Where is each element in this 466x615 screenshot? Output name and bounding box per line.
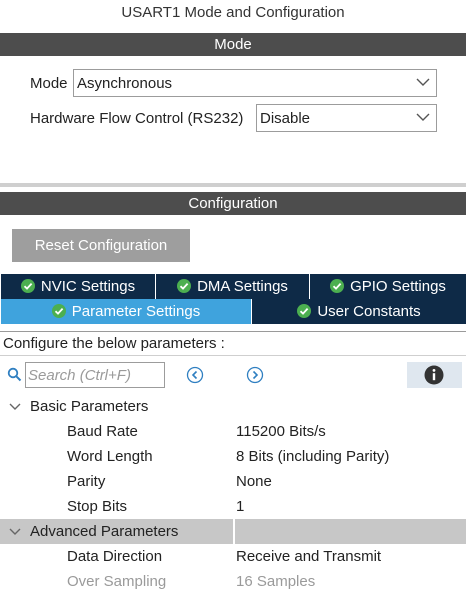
parameters-instructions: Configure the below parameters : (0, 331, 466, 356)
parameter-row-stop-bits[interactable]: Stop Bits 1 (0, 494, 466, 519)
mode-select[interactable]: Asynchronous (73, 69, 437, 97)
parameter-row-baud-rate[interactable]: Baud Rate 115200 Bits/s (0, 419, 466, 444)
hw-flow-label: Hardware Flow Control (RS232) (30, 110, 244, 127)
check-circle-icon (20, 279, 35, 293)
parameter-value: Receive and Transmit (236, 548, 382, 565)
chevron-down-icon (416, 78, 430, 86)
parameter-row-parity[interactable]: Parity None (0, 469, 466, 494)
parameter-row-data-direction[interactable]: Data Direction Receive and Transmit (0, 544, 466, 569)
column-divider (233, 519, 235, 544)
next-result-icon[interactable] (246, 366, 264, 384)
tab-label: User Constants (317, 303, 421, 320)
section-divider (0, 183, 466, 187)
group-label: Advanced Parameters (30, 523, 179, 540)
group-label: Basic Parameters (30, 398, 149, 415)
parameter-name: Stop Bits (67, 498, 128, 515)
basic-parameters-group[interactable]: Basic Parameters (0, 394, 466, 419)
mode-select-value: Asynchronous (77, 75, 173, 92)
mode-section-header: Mode (0, 33, 466, 56)
reset-configuration-button[interactable]: Reset Configuration (12, 229, 190, 262)
advanced-parameters-group[interactable]: Advanced Parameters (0, 519, 466, 544)
parameter-value: 8 Bits (including Parity) (236, 448, 390, 465)
check-circle-icon (177, 279, 192, 293)
parameter-name: Data Direction (67, 548, 163, 565)
check-circle-icon (330, 279, 345, 293)
parameter-value: 16 Samples (236, 573, 316, 590)
check-circle-icon (51, 304, 66, 318)
tab-label: DMA Settings (197, 278, 288, 295)
parameter-row-word-length[interactable]: Word Length 8 Bits (including Parity) (0, 444, 466, 469)
parameter-name: Baud Rate (67, 423, 138, 440)
tab-parameter-settings[interactable]: Parameter Settings (0, 299, 251, 324)
parameter-name: Over Sampling (67, 573, 167, 590)
search-icon (7, 367, 22, 382)
tab-label: Parameter Settings (71, 303, 201, 320)
search-input[interactable] (25, 362, 165, 388)
tab-label: NVIC Settings (40, 278, 136, 295)
check-circle-icon (297, 304, 312, 318)
tab-gpio-settings[interactable]: GPIO Settings (309, 274, 466, 299)
parameter-name: Word Length (67, 448, 153, 465)
tab-user-constants[interactable]: User Constants (251, 299, 466, 324)
info-icon (424, 365, 444, 385)
window-title: USART1 Mode and Configuration (121, 4, 345, 21)
chevron-down-icon (9, 403, 21, 410)
parameter-value: 115200 Bits/s (236, 423, 326, 440)
parameter-value: 1 (236, 498, 245, 515)
hw-flow-select-value: Disable (260, 110, 311, 127)
chevron-down-icon (416, 113, 430, 121)
parameter-name: Parity (67, 473, 106, 490)
parameter-value: None (236, 473, 272, 490)
hw-flow-select[interactable]: Disable (256, 104, 437, 132)
chevron-down-icon (9, 528, 21, 535)
info-button[interactable] (407, 362, 462, 388)
tab-dma-settings[interactable]: DMA Settings (155, 274, 309, 299)
tab-nvic-settings[interactable]: NVIC Settings (0, 274, 155, 299)
tab-label: GPIO Settings (350, 278, 446, 295)
mode-label: Mode (30, 75, 68, 92)
parameter-row-over-sampling: Over Sampling 16 Samples (0, 569, 466, 594)
config-section-header: Configuration (0, 192, 466, 215)
previous-result-icon[interactable] (186, 366, 204, 384)
